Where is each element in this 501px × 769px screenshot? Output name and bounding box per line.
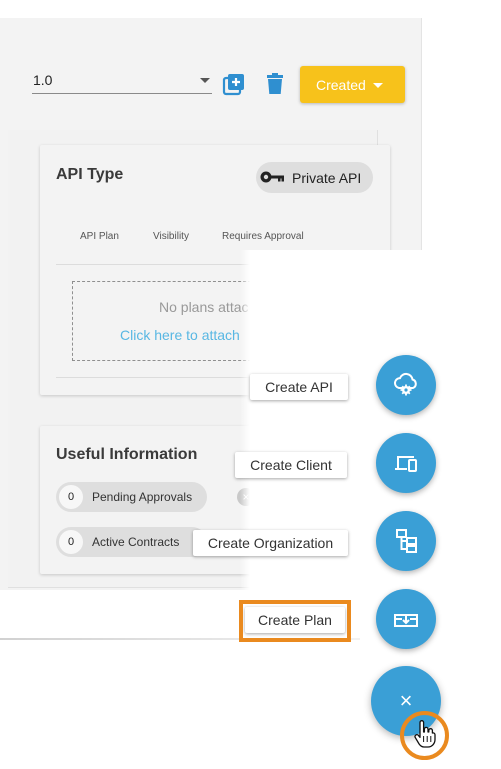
create-client-label[interactable]: Create Client <box>235 452 347 478</box>
attach-plan-link[interactable]: Click here to attach <box>120 327 240 343</box>
speed-dial-close-button[interactable]: × <box>371 666 441 736</box>
create-api-button[interactable] <box>376 355 436 415</box>
create-organization-label[interactable]: Create Organization <box>193 530 348 556</box>
no-plans-text: No plans attac <box>159 299 249 315</box>
close-icon: × <box>237 488 255 506</box>
create-plan-button[interactable] <box>376 589 436 649</box>
pending-approvals-count: 0 <box>59 485 83 509</box>
create-organization-button[interactable] <box>376 511 436 571</box>
caret-down-icon <box>373 83 383 88</box>
chevron-down-icon <box>200 78 210 83</box>
cloud-gear-icon <box>394 372 417 396</box>
active-contracts-chip[interactable]: 0 Active Contracts <box>56 527 207 557</box>
api-type-card: API Type Private API API Plan Visibility… <box>40 145 390 395</box>
attach-plan-dropzone[interactable]: No plans attac Click here to attach <box>72 281 372 361</box>
create-client-button[interactable] <box>376 433 436 493</box>
table-divider <box>56 264 374 265</box>
active-contracts-label: Active Contracts <box>92 535 180 549</box>
active-contracts-count: 0 <box>59 530 83 554</box>
devices-icon <box>395 456 417 472</box>
delete-version-button[interactable] <box>263 72 287 96</box>
pending-approvals-chip[interactable]: 0 Pending Approvals <box>56 482 207 512</box>
private-api-badge: Private API <box>256 162 373 193</box>
panel-shadow <box>0 638 360 640</box>
create-api-label[interactable]: Create API <box>250 374 348 400</box>
create-plan-label[interactable]: Create Plan <box>245 607 345 633</box>
column-visibility: Visibility <box>153 231 189 242</box>
version-value: 1.0 <box>33 72 53 88</box>
status-dropdown-button[interactable]: Created <box>300 66 405 103</box>
column-api-plan: API Plan <box>80 231 119 242</box>
status-label: Created <box>316 77 366 93</box>
pending-approvals-label: Pending Approvals <box>92 490 193 504</box>
org-tree-icon <box>396 529 417 553</box>
column-requires-approval: Requires Approval <box>222 231 304 242</box>
trash-icon <box>267 73 283 94</box>
add-box-icon <box>222 74 244 96</box>
private-api-label: Private API <box>292 170 362 186</box>
api-type-title: API Type <box>56 166 124 183</box>
add-version-button[interactable] <box>222 72 246 96</box>
version-select[interactable]: 1.0 <box>32 70 212 94</box>
key-icon <box>260 171 284 183</box>
plan-tray-icon <box>394 614 418 627</box>
useful-information-title: Useful Information <box>56 446 198 463</box>
